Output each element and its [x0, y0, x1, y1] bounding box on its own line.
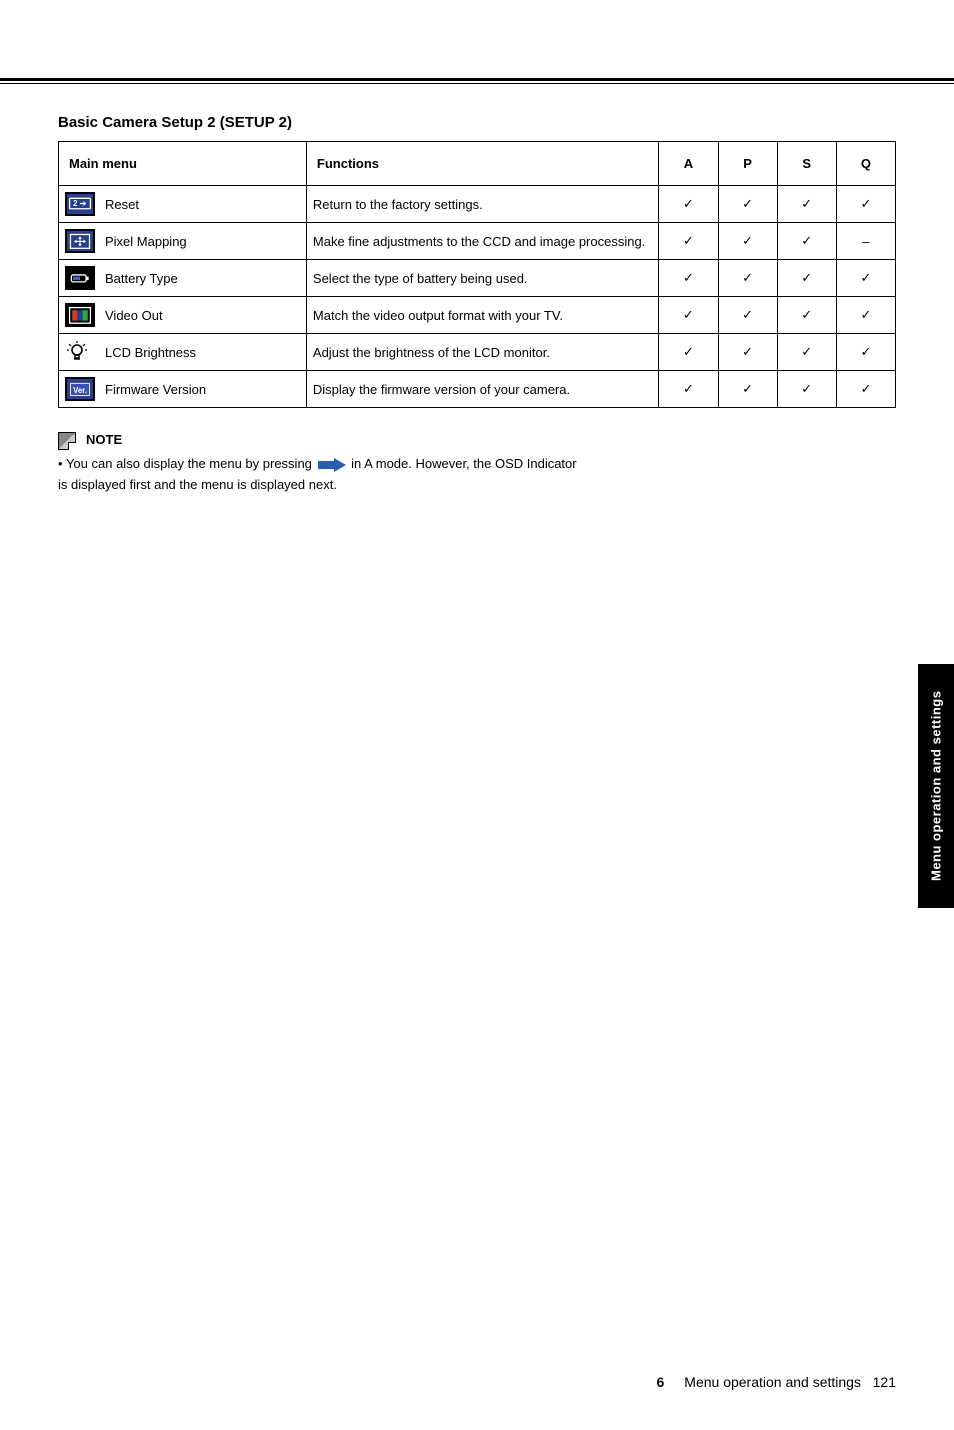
row-mode: ✓ — [836, 297, 895, 334]
col-mode-1: P — [718, 142, 777, 186]
row-func: Match the video output format with your … — [306, 297, 659, 334]
row-mode: ✓ — [659, 371, 718, 408]
row-mode: ✓ — [659, 260, 718, 297]
row-label: Reset — [105, 197, 139, 212]
note-label: NOTE — [86, 430, 122, 450]
brightness-icon — [65, 340, 95, 364]
row-mode: ✓ — [659, 297, 718, 334]
col-mode-3: Q — [836, 142, 895, 186]
row-mode: ✓ — [659, 223, 718, 260]
col-mode-2: S — [777, 142, 836, 186]
row-mode: ✓ — [836, 334, 895, 371]
setup-menu-table: Main menu Functions A P S Q — [58, 141, 896, 408]
row-mode: ✓ — [777, 297, 836, 334]
side-tab: Menu operation and settings — [918, 664, 954, 908]
section-title: Basic Camera Setup 2 (SETUP 2) — [58, 114, 896, 131]
row-mode: ✓ — [777, 223, 836, 260]
video-out-icon — [65, 303, 95, 327]
row-mode: – — [836, 223, 895, 260]
row-mode: ✓ — [718, 186, 777, 223]
table-row: Pixel Mapping Make fine adjustments to t… — [59, 223, 896, 260]
col-functions: Functions — [306, 142, 659, 186]
row-mode: ✓ — [718, 371, 777, 408]
row-func: Display the firmware version of your cam… — [306, 371, 659, 408]
pixel-mapping-icon — [65, 229, 95, 253]
page-footer: 6 Menu operation and settings 121 — [657, 1374, 897, 1390]
row-label: LCD Brightness — [105, 345, 196, 360]
row-mode: ✓ — [836, 371, 895, 408]
arrow-right-icon — [318, 458, 346, 472]
row-mode: ✓ — [777, 371, 836, 408]
row-mode: ✓ — [777, 260, 836, 297]
table-row: Video Out Match the video output format … — [59, 297, 896, 334]
battery-icon — [65, 266, 95, 290]
row-label: Pixel Mapping — [105, 234, 187, 249]
row-func: Select the type of battery being used. — [306, 260, 659, 297]
table-row: Ver. Firmware Version Display the firmwa… — [59, 371, 896, 408]
row-mode: ✓ — [836, 260, 895, 297]
table-row: Battery Type Select the type of battery … — [59, 260, 896, 297]
row-mode: ✓ — [836, 186, 895, 223]
table-row: 2 Reset Return to the factory settings. … — [59, 186, 896, 223]
row-mode: ✓ — [718, 297, 777, 334]
row-mode: ✓ — [718, 260, 777, 297]
row-mode: ✓ — [718, 223, 777, 260]
table-row: LCD Brightness Adjust the brightness of … — [59, 334, 896, 371]
svg-text:Ver.: Ver. — [73, 386, 87, 395]
col-main-menu: Main menu — [59, 142, 307, 186]
row-mode: ✓ — [777, 334, 836, 371]
row-label: Video Out — [105, 308, 163, 323]
row-func: Adjust the brightness of the LCD monitor… — [306, 334, 659, 371]
row-func: Return to the factory settings. — [306, 186, 659, 223]
col-mode-0: A — [659, 142, 718, 186]
note-body: • You can also display the menu by press… — [58, 454, 896, 496]
row-func: Make fine adjustments to the CCD and ima… — [306, 223, 659, 260]
row-label: Battery Type — [105, 271, 178, 286]
row-mode: ✓ — [659, 334, 718, 371]
note-icon — [58, 432, 76, 450]
version-icon: Ver. — [65, 377, 95, 401]
row-mode: ✓ — [718, 334, 777, 371]
row-mode: ✓ — [659, 186, 718, 223]
row-label: Firmware Version — [105, 382, 206, 397]
svg-text:2: 2 — [73, 199, 78, 208]
reset-icon: 2 — [65, 192, 95, 216]
row-mode: ✓ — [777, 186, 836, 223]
